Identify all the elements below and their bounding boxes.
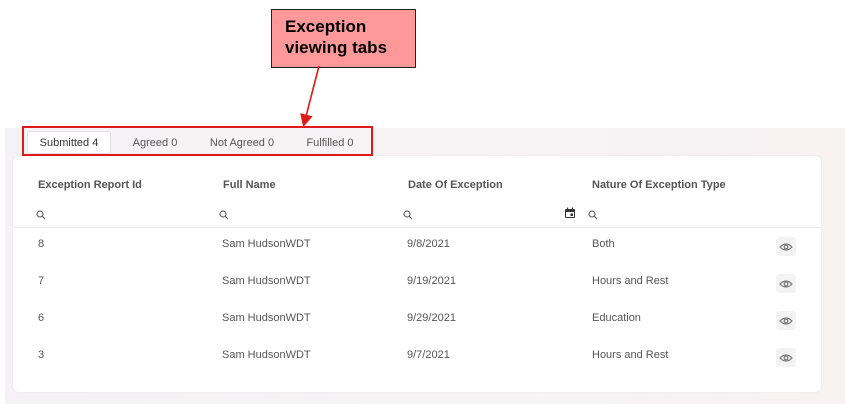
cell-name: Sam HudsonWDT — [222, 238, 311, 250]
cell-id: 6 — [38, 312, 45, 324]
cell-id: 8 — [38, 238, 45, 250]
search-icon — [36, 210, 46, 220]
filter-id-input[interactable] — [50, 207, 190, 223]
table-row[interactable]: 8 Sam HudsonWDT 9/8/2021 Both — [13, 228, 821, 265]
cell-id: 7 — [38, 275, 45, 287]
eye-icon — [779, 353, 793, 362]
eye-icon — [779, 316, 793, 325]
view-button[interactable] — [776, 311, 796, 330]
filter-nature[interactable] — [588, 207, 742, 223]
calendar-icon[interactable] — [564, 207, 576, 219]
eye-icon — [779, 242, 793, 251]
filter-nature-input[interactable] — [602, 207, 742, 223]
cell-date: 9/7/2021 — [407, 349, 450, 361]
filter-id[interactable] — [36, 207, 190, 223]
cell-name: Sam HudsonWDT — [222, 349, 311, 361]
cell-id: 3 — [38, 349, 45, 361]
column-header-name[interactable]: Full Name — [223, 179, 276, 191]
cell-date: 9/19/2021 — [407, 275, 456, 287]
eye-icon — [779, 279, 793, 288]
tabs-highlight-outline — [22, 126, 373, 156]
cell-date: 9/29/2021 — [407, 312, 456, 324]
table-row[interactable]: 6 Sam HudsonWDT 9/29/2021 Education — [13, 302, 821, 339]
callout-line-2: viewing tabs — [285, 38, 388, 57]
table-row[interactable]: 3 Sam HudsonWDT 9/7/2021 Hours and Rest — [13, 339, 821, 376]
filter-date[interactable] — [403, 207, 557, 223]
callout-line-1: Exception — [285, 17, 367, 36]
column-header-date[interactable]: Date Of Exception — [408, 179, 503, 191]
column-header-nature[interactable]: Nature Of Exception Type — [592, 179, 726, 191]
filter-name[interactable] — [219, 207, 373, 223]
cell-nature: Hours and Rest — [592, 349, 669, 361]
view-button[interactable] — [776, 274, 796, 293]
column-header-id[interactable]: Exception Report Id — [38, 179, 142, 191]
search-icon — [403, 210, 413, 220]
filter-name-input[interactable] — [233, 207, 373, 223]
view-button[interactable] — [776, 237, 796, 256]
cell-name: Sam HudsonWDT — [222, 275, 311, 287]
cell-nature: Both — [592, 238, 615, 250]
search-icon — [588, 210, 598, 220]
cell-name: Sam HudsonWDT — [222, 312, 311, 324]
cell-nature: Hours and Rest — [592, 275, 669, 287]
cell-date: 9/8/2021 — [407, 238, 450, 250]
search-icon — [219, 210, 229, 220]
cell-nature: Education — [592, 312, 641, 324]
table-row[interactable]: 7 Sam HudsonWDT 9/19/2021 Hours and Rest — [13, 265, 821, 302]
view-button[interactable] — [776, 348, 796, 367]
annotation-callout: Exception viewing tabs — [271, 9, 416, 68]
filter-date-input[interactable] — [417, 207, 557, 223]
